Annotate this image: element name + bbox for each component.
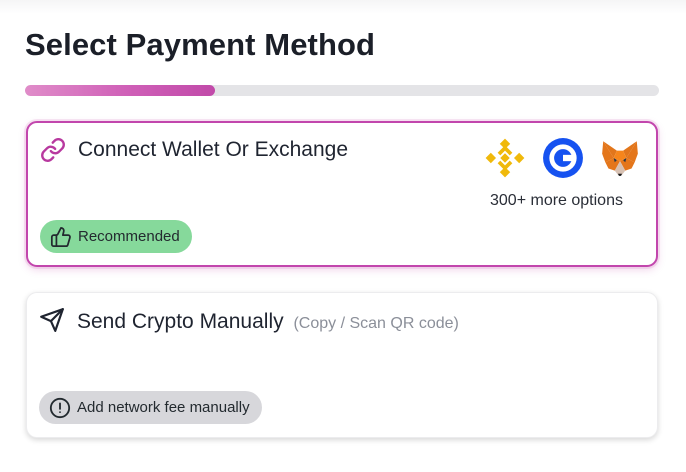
metamask-logo-icon [602, 141, 638, 176]
send-manually-label: Send Crypto Manually (Copy / Scan QR cod… [77, 310, 459, 334]
network-fee-badge: Add network fee manually [39, 391, 262, 424]
page-title: Select Payment Method [25, 27, 376, 62]
thumbs-up-icon [50, 226, 71, 247]
more-options-text: 300+ more options [490, 192, 623, 209]
alert-circle-icon [49, 397, 71, 418]
network-fee-badge-label: Add network fee manually [77, 399, 250, 416]
connect-wallet-label: Connect Wallet Or Exchange [78, 138, 349, 161]
send-manually-sublabel: (Copy / Scan QR code) [293, 315, 459, 332]
payment-method-page: Select Payment Method Connect Wallet Or … [0, 0, 686, 472]
recommended-badge: Recommended [40, 220, 192, 253]
link-icon [41, 138, 65, 162]
send-manually-title: Send Crypto Manually [77, 310, 284, 333]
provider-logos [484, 137, 644, 178]
coinbase-logo-icon [543, 138, 583, 178]
send-icon [40, 308, 64, 332]
progress-fill [25, 85, 216, 96]
recommended-badge-label: Recommended [78, 228, 180, 245]
binance-logo-icon [485, 138, 525, 178]
progress-bar [25, 85, 659, 96]
send-manually-option[interactable]: Send Crypto Manually (Copy / Scan QR cod… [26, 292, 658, 438]
connect-wallet-option[interactable]: Connect Wallet Or Exchange 300+ more opt… [26, 121, 658, 267]
